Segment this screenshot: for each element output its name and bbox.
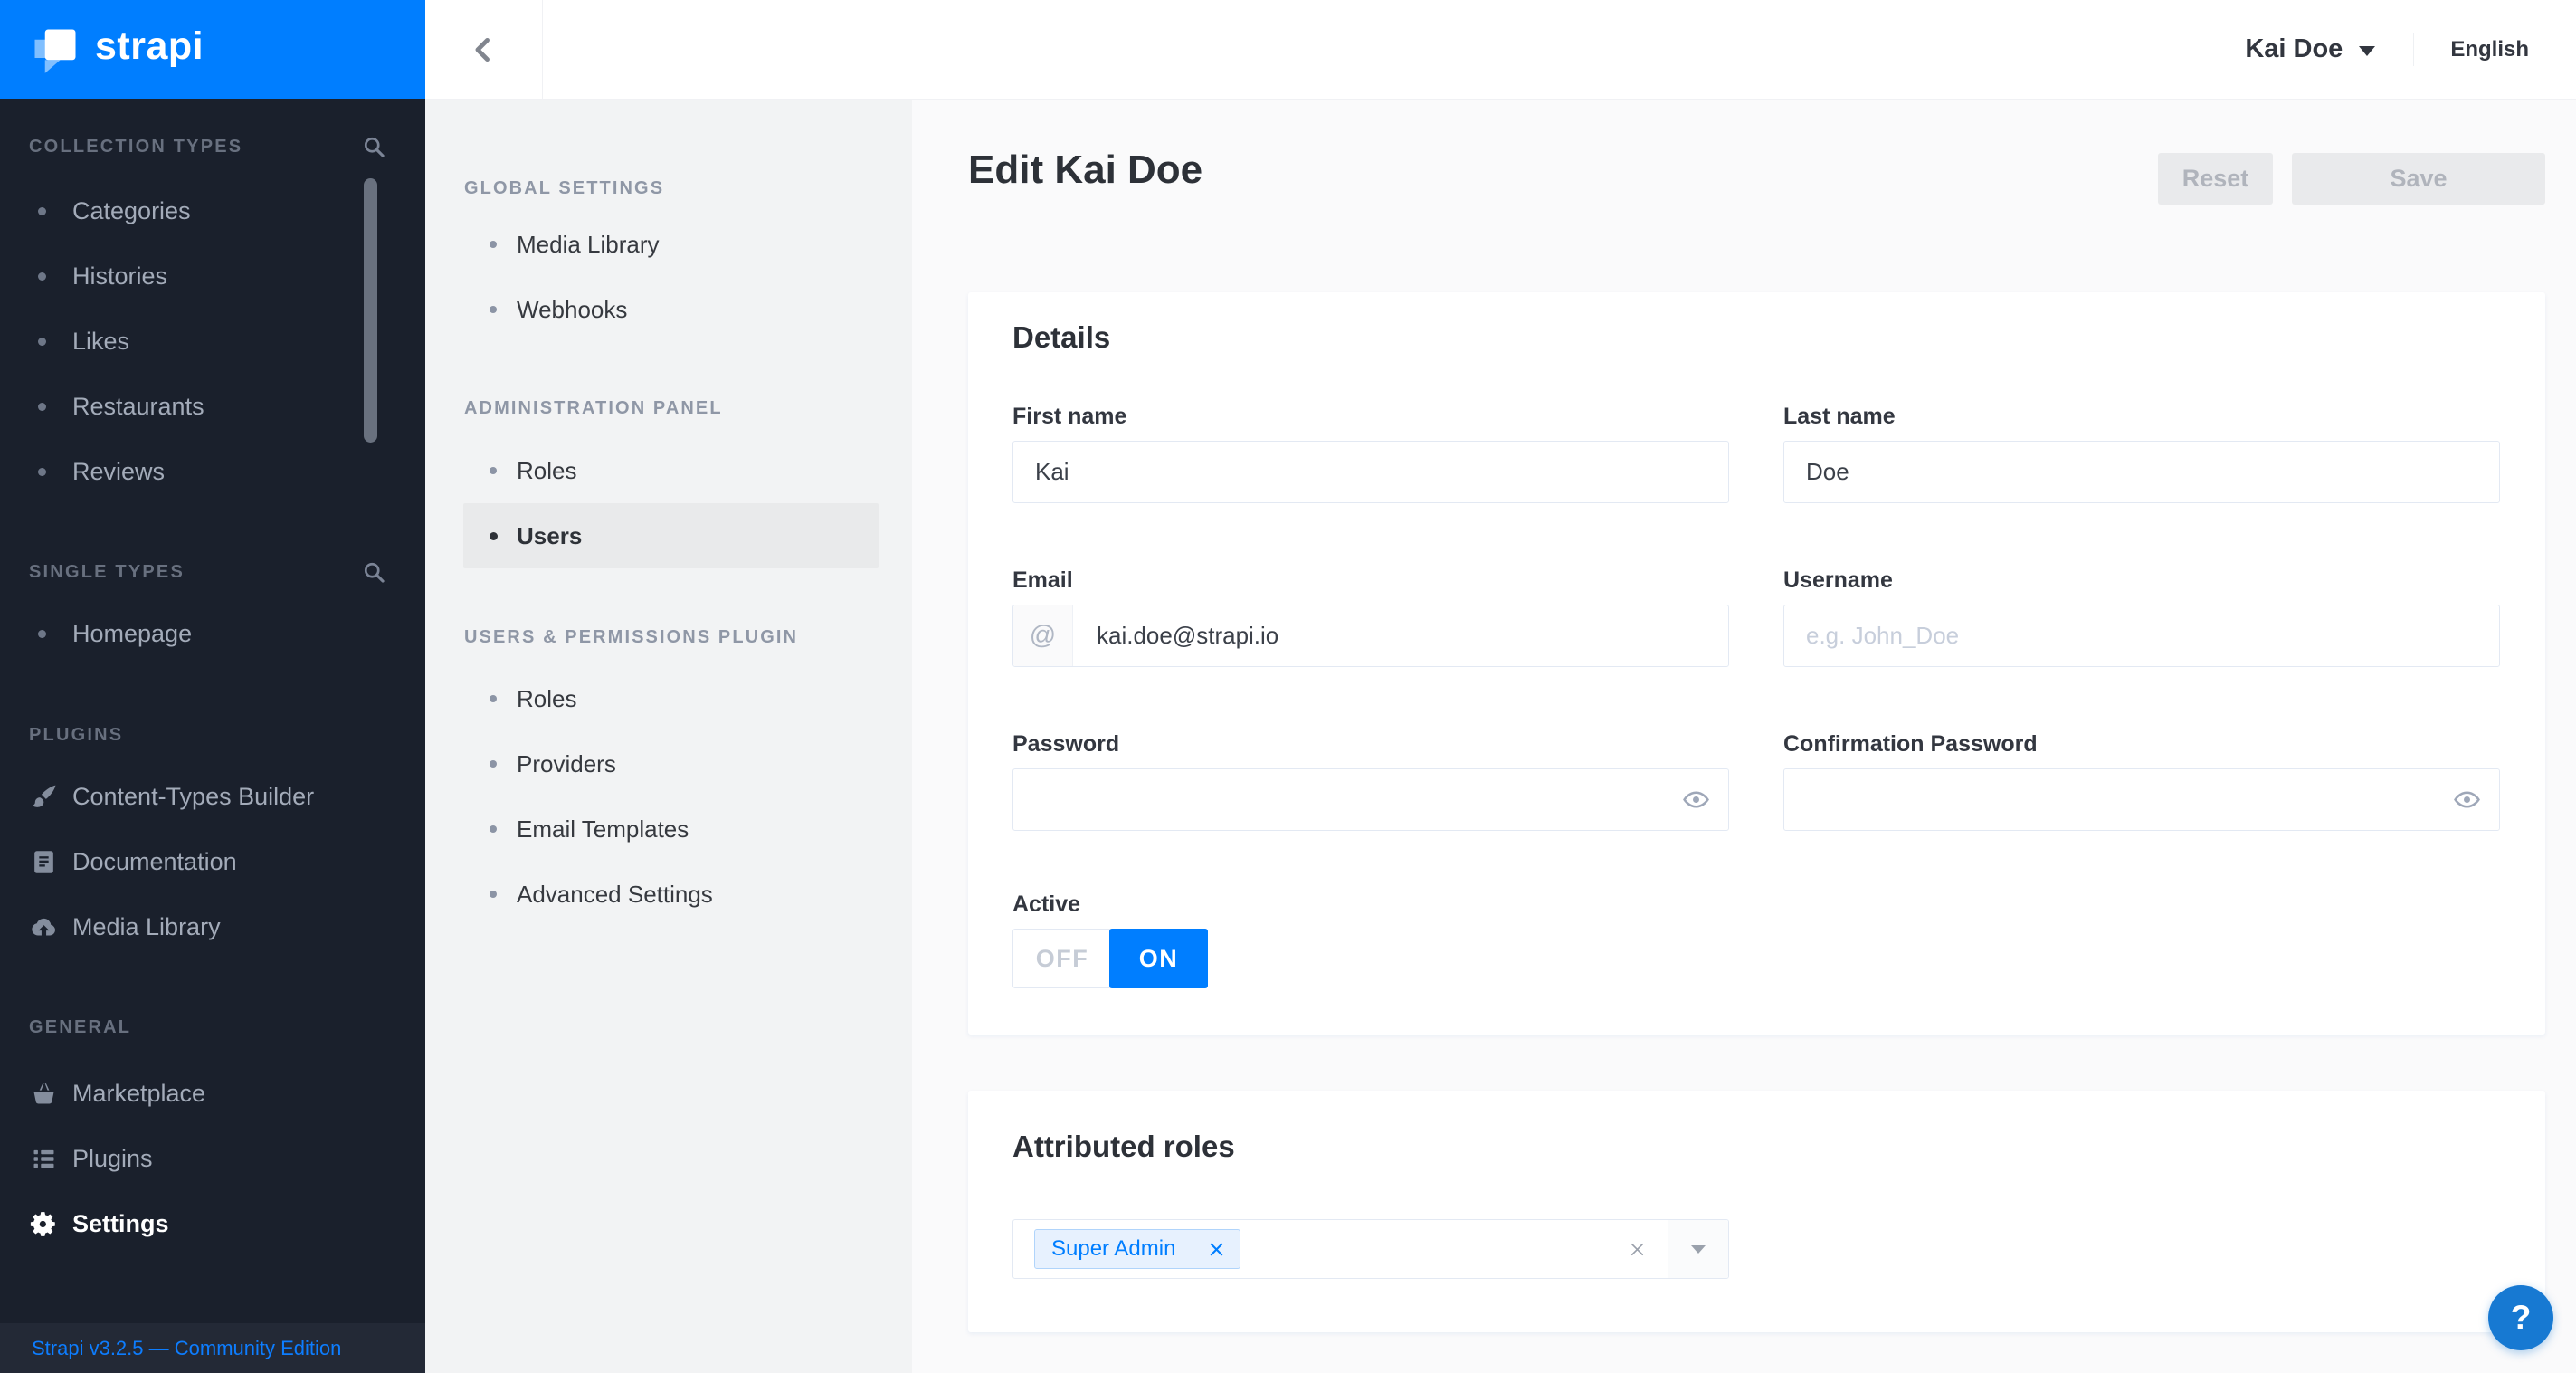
first-name-field-block: First name — [1012, 403, 1729, 503]
settings-item-up-roles[interactable]: Roles — [463, 666, 879, 731]
active-label: Active — [1012, 891, 2500, 918]
sidebar-item-settings[interactable]: Settings — [0, 1191, 425, 1256]
eye-icon[interactable] — [1682, 786, 1710, 814]
settings-section-users-permissions: USERS & PERMISSIONS PLUGIN — [425, 626, 912, 649]
strapi-logo-icon — [31, 25, 80, 74]
confirmation-password-input[interactable] — [1784, 769, 2499, 830]
attributed-roles-card: Attributed roles Super Admin — [968, 1091, 2545, 1332]
settings-item-media-library[interactable]: Media Library — [463, 212, 879, 277]
user-name: Kai Doe — [2245, 34, 2343, 64]
sidebar-item-documentation[interactable]: Documentation — [0, 829, 425, 894]
main-content: Edit Kai Doe Reset Save Details First na… — [912, 100, 2576, 1373]
settings-item-webhooks[interactable]: Webhooks — [463, 277, 879, 342]
chevron-left-icon — [469, 33, 499, 67]
reset-button[interactable]: Reset — [2158, 153, 2273, 205]
password-label: Password — [1012, 730, 1729, 758]
sidebar-scrollbar[interactable] — [364, 178, 377, 443]
settings-section-administration-panel: ADMINISTRATION PANEL — [425, 397, 912, 420]
email-input[interactable] — [1073, 605, 1728, 666]
strapi-version-link[interactable]: Strapi v3.2.5 — Community Edition — [32, 1337, 341, 1360]
search-icon[interactable] — [362, 560, 386, 585]
settings-item-providers[interactable]: Providers — [463, 731, 879, 796]
back-button[interactable] — [425, 0, 543, 99]
sidebar-section-collection-types: COLLECTION TYPES — [29, 136, 386, 158]
details-card: Details First name Last name Email @ — [968, 292, 2545, 1035]
caret-down-icon — [1691, 1245, 1706, 1254]
eye-icon[interactable] — [2453, 786, 2481, 814]
main-sidebar: strapi COLLECTION TYPES Categories Histo… — [0, 0, 425, 1373]
remove-role-icon[interactable] — [1193, 1241, 1240, 1258]
first-name-input[interactable] — [1013, 442, 1728, 502]
topbar: Kai Doe English — [425, 0, 2576, 100]
username-field-block: Username — [1783, 567, 2500, 667]
help-button[interactable]: ? — [2488, 1285, 2553, 1350]
toggle-on-option[interactable]: ON — [1109, 929, 1208, 988]
sidebar-item-categories[interactable]: Categories — [0, 178, 425, 243]
toggle-off-option[interactable]: OFF — [1013, 930, 1111, 987]
settings-item-roles[interactable]: Roles — [463, 438, 879, 503]
clear-selection-icon[interactable] — [1629, 1241, 1646, 1258]
select-dropdown-toggle[interactable] — [1668, 1220, 1728, 1278]
sidebar-item-homepage[interactable]: Homepage — [0, 601, 425, 666]
gear-icon — [30, 1210, 58, 1238]
basket-icon — [30, 1080, 58, 1108]
sidebar-item-media-library[interactable]: Media Library — [0, 894, 425, 959]
settings-section-global: GLOBAL SETTINGS — [425, 177, 912, 200]
sidebar-item-likes[interactable]: Likes — [0, 309, 425, 374]
confirmation-password-field-block: Confirmation Password — [1783, 730, 2500, 831]
question-mark-icon: ? — [2511, 1299, 2532, 1337]
active-toggle[interactable]: OFF ON — [1012, 929, 1208, 988]
topbar-divider — [2413, 33, 2414, 66]
sidebar-section-plugins: PLUGINS — [29, 724, 386, 747]
password-input[interactable] — [1013, 769, 1728, 830]
strapi-logo-text: strapi — [95, 24, 204, 69]
last-name-input[interactable] — [1784, 442, 2499, 502]
paintbrush-icon — [30, 783, 58, 811]
sidebar-section-general: GENERAL — [29, 1016, 386, 1039]
page-title: Edit Kai Doe — [968, 147, 1202, 205]
role-tag-label: Super Admin — [1035, 1236, 1193, 1262]
role-tag-super-admin: Super Admin — [1034, 1229, 1240, 1269]
settings-item-email-templates[interactable]: Email Templates — [463, 796, 879, 862]
password-field-block: Password — [1012, 730, 1729, 831]
sidebar-item-reviews[interactable]: Reviews — [0, 439, 425, 504]
roles-select[interactable]: Super Admin — [1012, 1219, 1729, 1279]
attributed-roles-heading: Attributed roles — [1012, 1129, 2501, 1165]
list-icon — [30, 1145, 58, 1173]
settings-item-users[interactable]: Users — [463, 503, 879, 568]
strapi-logo[interactable]: strapi — [0, 0, 425, 99]
sidebar-section-single-types: SINGLE TYPES — [29, 561, 386, 584]
cloud-upload-icon — [30, 913, 58, 941]
sidebar-item-histories[interactable]: Histories — [0, 243, 425, 309]
confirmation-password-label: Confirmation Password — [1783, 730, 2500, 758]
sidebar-item-restaurants[interactable]: Restaurants — [0, 374, 425, 439]
user-menu[interactable]: Kai Doe — [2245, 34, 2375, 64]
active-toggle-block: Active OFF ON — [1012, 891, 2500, 988]
settings-nav: GLOBAL SETTINGS Media Library Webhooks A… — [425, 100, 912, 1373]
at-sign-prefix: @ — [1013, 605, 1073, 666]
sidebar-item-plugins[interactable]: Plugins — [0, 1126, 425, 1191]
book-icon — [30, 848, 58, 876]
first-name-label: First name — [1012, 403, 1729, 430]
sidebar-item-content-types-builder[interactable]: Content-Types Builder — [0, 764, 425, 829]
username-input[interactable] — [1784, 605, 2499, 666]
last-name-label: Last name — [1783, 403, 2500, 430]
username-label: Username — [1783, 567, 2500, 594]
email-field-block: Email @ — [1012, 567, 1729, 667]
caret-down-icon — [2359, 46, 2375, 56]
locale-switcher[interactable]: English — [2450, 37, 2529, 62]
settings-item-advanced-settings[interactable]: Advanced Settings — [463, 862, 879, 927]
email-label: Email — [1012, 567, 1729, 594]
sidebar-footer: Strapi v3.2.5 — Community Edition — [0, 1323, 425, 1373]
sidebar-item-marketplace[interactable]: Marketplace — [0, 1061, 425, 1126]
details-heading: Details — [1012, 319, 2500, 356]
last-name-field-block: Last name — [1783, 403, 2500, 503]
search-icon[interactable] — [362, 135, 386, 159]
save-button[interactable]: Save — [2292, 153, 2545, 205]
